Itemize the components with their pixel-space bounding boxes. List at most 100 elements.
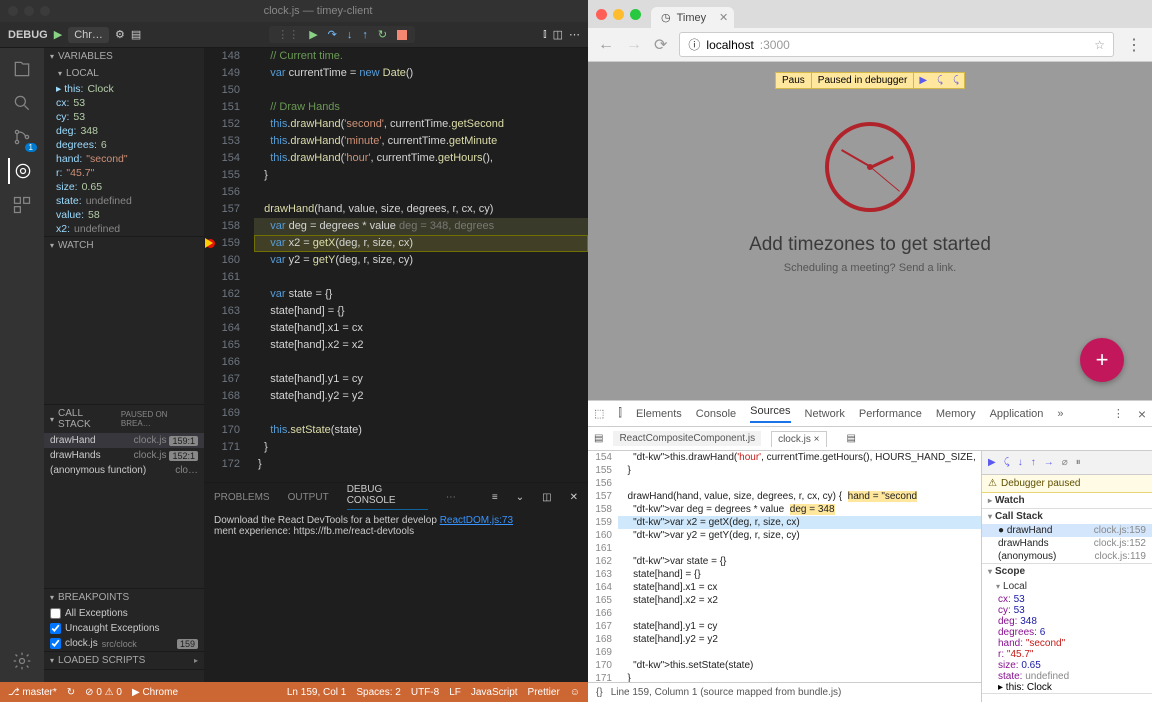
- continue-icon[interactable]: ▶: [309, 28, 317, 41]
- extensions-icon[interactable]: [9, 192, 35, 218]
- dt-scope-var[interactable]: r: "45.7": [998, 649, 1152, 660]
- dt-callstack-header[interactable]: ▾Call Stack: [982, 509, 1152, 524]
- traffic-close[interactable]: [8, 6, 18, 16]
- debug-icon[interactable]: [8, 158, 34, 184]
- variable-row[interactable]: ▸ this:Clock: [52, 82, 204, 96]
- site-info-icon[interactable]: ⓘ: [688, 36, 700, 53]
- variable-row[interactable]: deg:348: [52, 124, 204, 138]
- dt-settings-icon[interactable]: ⋮: [1113, 407, 1124, 420]
- tab-close-icon[interactable]: ✕: [719, 11, 728, 24]
- step-over-icon[interactable]: ↷: [328, 28, 337, 41]
- dt-step-out-icon[interactable]: ↑: [1031, 457, 1036, 468]
- traffic-min[interactable]: [613, 9, 624, 20]
- dt-scope-var[interactable]: size: 0.65: [998, 660, 1152, 671]
- restart-icon[interactable]: ↻: [378, 28, 387, 41]
- scm-icon[interactable]: 1: [9, 124, 35, 150]
- dt-tab-console[interactable]: Console: [696, 408, 736, 420]
- status-language[interactable]: JavaScript: [471, 687, 518, 698]
- dt-scope-var[interactable]: state: undefined: [998, 671, 1152, 682]
- debug-start-icon[interactable]: ▶: [54, 28, 62, 41]
- dt-tab-performance[interactable]: Performance: [859, 408, 922, 420]
- source-link[interactable]: ReactDOM.js:73: [440, 515, 513, 526]
- debug-console-icon[interactable]: ▤: [131, 28, 141, 41]
- step-out-icon[interactable]: ↑: [362, 29, 368, 41]
- tab-problems[interactable]: PROBLEMS: [214, 492, 270, 503]
- dt-resume-icon[interactable]: ▶: [988, 457, 996, 468]
- dt-scope-local[interactable]: ▾Local: [982, 579, 1152, 594]
- status-cursor[interactable]: Ln 159, Col 1: [287, 687, 347, 698]
- tab-debug-console[interactable]: DEBUG CONSOLE: [347, 484, 428, 510]
- callstack-header[interactable]: ▾CALL STACKPAUSED ON BREA…: [44, 405, 204, 433]
- variable-row[interactable]: state:undefined: [52, 194, 204, 208]
- dt-scope-var[interactable]: cy: 53: [998, 605, 1152, 616]
- variable-row[interactable]: cx:53: [52, 96, 204, 110]
- breakpoint-row[interactable]: clock.jssrc/clock159: [44, 636, 204, 651]
- dt-callstack-frame[interactable]: drawHandsclock.js:152: [982, 537, 1152, 550]
- dt-callstack-frame[interactable]: ● drawHandclock.js:159: [982, 524, 1152, 537]
- overlay-resume-icon[interactable]: ▶: [914, 73, 932, 88]
- variables-scope-local[interactable]: ▾Local: [44, 65, 204, 82]
- dt-file-tab-active[interactable]: clock.js ×: [771, 431, 826, 447]
- dt-callstack-frame[interactable]: (anonymous)clock.js:119: [982, 550, 1152, 563]
- forward-icon[interactable]: →: [626, 36, 642, 54]
- dt-step-into-icon[interactable]: ↓: [1018, 457, 1023, 468]
- split-editor-icon[interactable]: ◫: [553, 28, 563, 41]
- reload-icon[interactable]: ⟳: [654, 35, 667, 55]
- editor-action-icon[interactable]: ⫾: [543, 28, 547, 41]
- dt-tab-elements[interactable]: Elements: [636, 408, 682, 420]
- watch-header[interactable]: ▾WATCH: [44, 237, 204, 254]
- breakpoint-checkbox[interactable]: [50, 638, 61, 649]
- breakpoint-checkbox[interactable]: [50, 623, 61, 634]
- status-indent[interactable]: Spaces: 2: [356, 687, 400, 698]
- explorer-icon[interactable]: [9, 56, 35, 82]
- dt-step-icon[interactable]: →: [1044, 457, 1054, 468]
- device-icon[interactable]: ⫿: [618, 407, 622, 420]
- callstack-frame[interactable]: drawHandclock.js159:1: [44, 433, 204, 448]
- dt-scope-var[interactable]: deg: 348: [998, 616, 1152, 627]
- status-prettier[interactable]: Prettier: [528, 687, 560, 698]
- dt-watch-header[interactable]: ▸Watch: [982, 493, 1152, 508]
- settings-icon[interactable]: [9, 648, 35, 674]
- traffic-min[interactable]: [24, 6, 34, 16]
- status-debug-target[interactable]: ▶ Chrome: [132, 687, 178, 698]
- loaded-scripts-header[interactable]: ▾LOADED SCRIPTS▸: [44, 652, 204, 669]
- code-editor[interactable]: 1481491501511521531541551561571581591601…: [204, 48, 588, 482]
- variable-row[interactable]: degrees:6: [52, 138, 204, 152]
- search-icon[interactable]: [9, 90, 35, 116]
- filter-icon[interactable]: ≡: [492, 492, 498, 503]
- grip-icon[interactable]: ⋮⋮: [277, 28, 299, 41]
- step-into-icon[interactable]: ↓: [347, 29, 353, 41]
- back-icon[interactable]: ←: [598, 36, 614, 54]
- close-panel-icon[interactable]: ✕: [570, 492, 578, 503]
- callstack-frame[interactable]: (anonymous function)clo…: [44, 463, 204, 478]
- dt-tab-network[interactable]: Network: [805, 408, 845, 420]
- dt-scope-this[interactable]: ▸ this: Clock: [998, 682, 1152, 693]
- dt-scope-var[interactable]: cx: 53: [998, 594, 1152, 605]
- inspect-icon[interactable]: ⬚: [594, 407, 604, 420]
- traffic-close[interactable]: [596, 9, 607, 20]
- breakpoint-checkbox[interactable]: [50, 608, 61, 619]
- fab-add-button[interactable]: +: [1080, 338, 1124, 382]
- collapse-icon[interactable]: ⌄: [516, 492, 524, 503]
- browser-menu-icon[interactable]: ⋮: [1126, 35, 1142, 55]
- status-encoding[interactable]: UTF-8: [411, 687, 439, 698]
- variable-row[interactable]: size:0.65: [52, 180, 204, 194]
- dt-file-tab[interactable]: ReactCompositeComponent.js: [613, 431, 761, 446]
- status-feedback-icon[interactable]: ☺: [570, 687, 580, 698]
- variable-row[interactable]: r:"45.7": [52, 166, 204, 180]
- more-icon[interactable]: ⋯: [446, 492, 456, 503]
- status-sync[interactable]: ↻: [67, 687, 75, 698]
- gear-icon[interactable]: ⚙: [115, 28, 125, 41]
- callstack-frame[interactable]: drawHandsclock.js152:1: [44, 448, 204, 463]
- devtools-source-editor[interactable]: 1541551561571581591601611621631641651661…: [588, 451, 982, 702]
- tab-output[interactable]: OUTPUT: [288, 492, 329, 503]
- dt-tab-sources[interactable]: Sources: [750, 405, 790, 423]
- status-eol[interactable]: LF: [449, 687, 461, 698]
- breakpoints-header[interactable]: ▾BREAKPOINTS: [44, 589, 204, 606]
- stop-icon[interactable]: [397, 30, 407, 40]
- browser-tab[interactable]: ◷ Timey ✕: [651, 7, 734, 28]
- breakpoint-row[interactable]: Uncaught Exceptions: [44, 621, 204, 636]
- address-bar[interactable]: ⓘ localhost:3000 ☆: [679, 32, 1114, 57]
- dt-step-over-icon[interactable]: ⤹: [1004, 457, 1010, 468]
- dt-scope-var[interactable]: degrees: 6: [998, 627, 1152, 638]
